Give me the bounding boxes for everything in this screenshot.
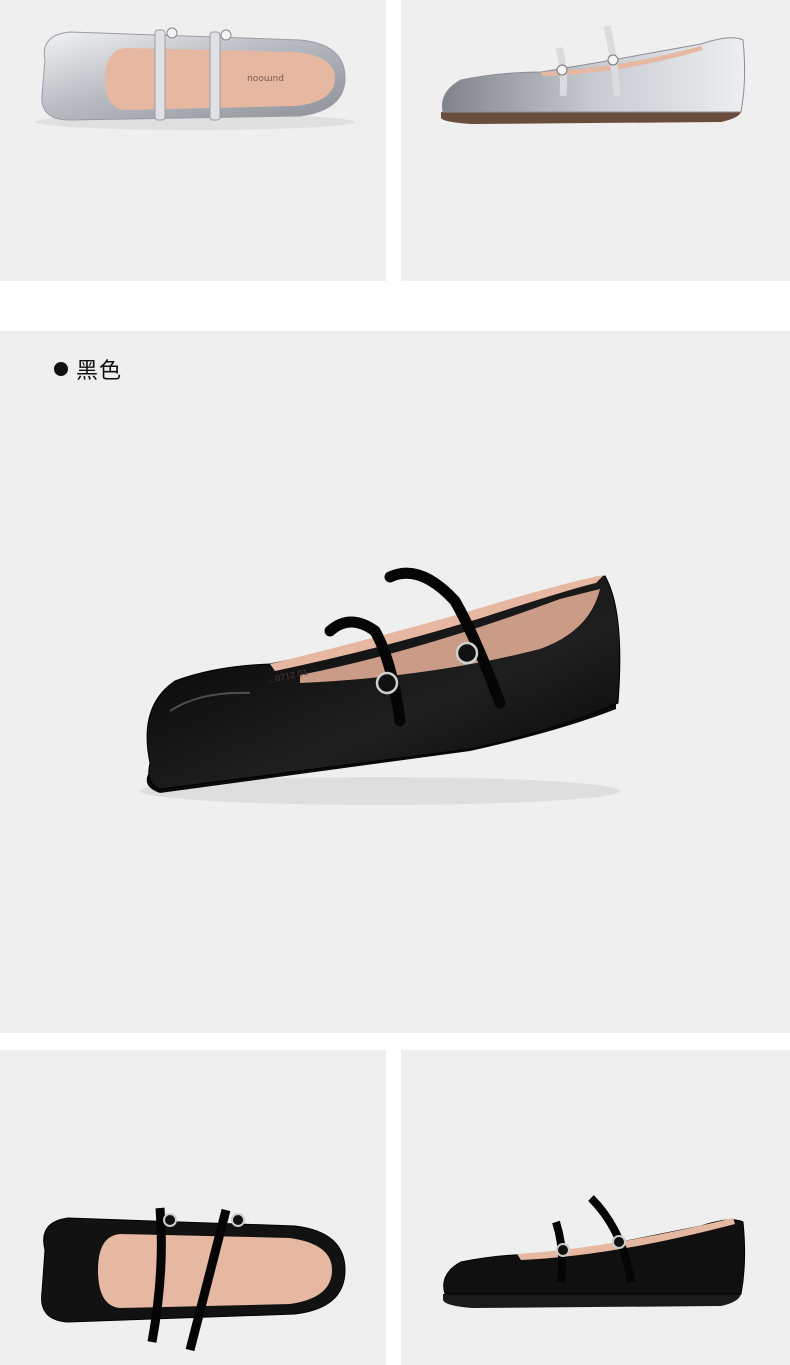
black-shoe-three-quarter-illustration: …0712 01 — [140, 567, 621, 805]
silver-shoe-top-illustration: pumoou — [35, 27, 355, 130]
buckle-icon — [375, 671, 399, 695]
insole-brand-text: pumoou — [247, 73, 284, 83]
black-shoe-top-view-image — [0, 1050, 386, 1365]
buckle-icon — [455, 641, 479, 665]
silver-shoe-side-view-image — [401, 0, 790, 281]
silver-shoe-side-illustration — [441, 25, 746, 124]
black-shoe-top-illustration — [41, 1207, 346, 1352]
black-variant-section: 黑色 …0712 01 — [0, 331, 790, 1033]
black-shoe-side-illustration — [443, 1195, 746, 1308]
silver-shoe-top-view-image: pumoou — [0, 0, 386, 281]
black-shoe-side-view-image — [401, 1050, 790, 1365]
